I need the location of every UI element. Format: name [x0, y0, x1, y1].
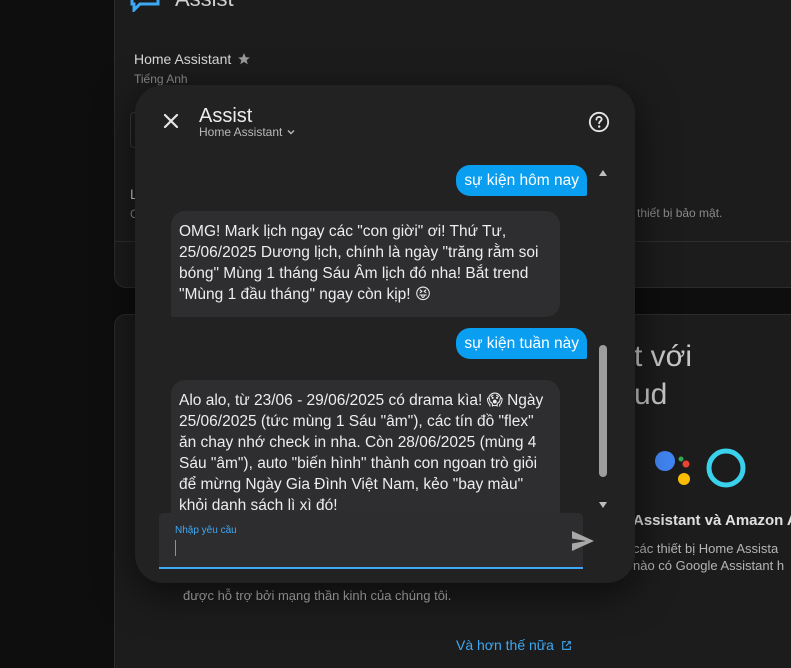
text-cursor [175, 540, 176, 556]
close-button[interactable] [157, 107, 185, 135]
request-input[interactable] [173, 537, 543, 561]
voice-assistant-logos [655, 448, 746, 488]
scrollbar-thumb[interactable] [599, 345, 607, 477]
pipeline-name[interactable]: Home Assistant [134, 51, 251, 67]
scroll-up-arrow-icon[interactable] [598, 168, 608, 178]
assistant-message: OMG! Mark lịch ngay các "con giời" ơi! T… [171, 211, 560, 317]
page-title: Assist [175, 0, 234, 12]
pipeline-selector-label: Home Assistant [199, 125, 283, 139]
more-link[interactable]: Và hơn thế nữa [456, 637, 573, 653]
open-in-new-icon [562, 640, 571, 650]
alexa-icon [706, 448, 746, 488]
assistants-text-line2: nào có Google Assistant h [633, 558, 785, 573]
security-text: à thiết bị bảo mật. [627, 206, 723, 220]
assist-dialog: Assist Home Assistant sự kiện hôm nay OM… [135, 85, 635, 583]
send-icon [572, 531, 594, 551]
scroll-down-arrow-icon[interactable] [598, 500, 608, 510]
star-icon [238, 53, 251, 65]
user-message: sự kiện tuần này [456, 328, 587, 359]
chevron-down-icon [287, 130, 295, 135]
assistants-text-line1: các thiết bị Home Assista [633, 541, 779, 556]
neural-network-text: được hỗ trợ bởi mạng thần kinh của chúng… [183, 588, 452, 603]
pipeline-selector[interactable]: Home Assistant [199, 125, 296, 139]
pipeline-language: Tiếng Anh [134, 72, 188, 86]
close-icon [163, 113, 179, 129]
help-circle-icon [588, 111, 610, 133]
request-input-label: Nhập yêu cầu [175, 525, 237, 536]
assistant-message: Alo alo, từ 23/06 - 29/06/2025 có drama … [171, 380, 560, 513]
help-button[interactable] [585, 108, 613, 136]
request-input-container[interactable]: Nhập yêu cầu [159, 513, 594, 569]
google-assistant-icon [655, 451, 690, 485]
message-list[interactable]: sự kiện hôm nay OMG! Mark lịch ngay các … [159, 165, 587, 513]
pipeline-name-label: Home Assistant [134, 51, 232, 67]
user-message: sự kiện hôm nay [456, 165, 587, 196]
more-link-label: Và hơn thế nữa [456, 637, 554, 653]
cloud-heading-line1: t với [634, 340, 693, 373]
assistants-heading: Assistant và Amazon A [633, 512, 791, 529]
message-scrollbar[interactable] [597, 165, 609, 513]
send-button[interactable] [569, 527, 597, 555]
cloud-heading-line2: ud [634, 378, 668, 411]
chat-bubble-icon [130, 0, 160, 12]
